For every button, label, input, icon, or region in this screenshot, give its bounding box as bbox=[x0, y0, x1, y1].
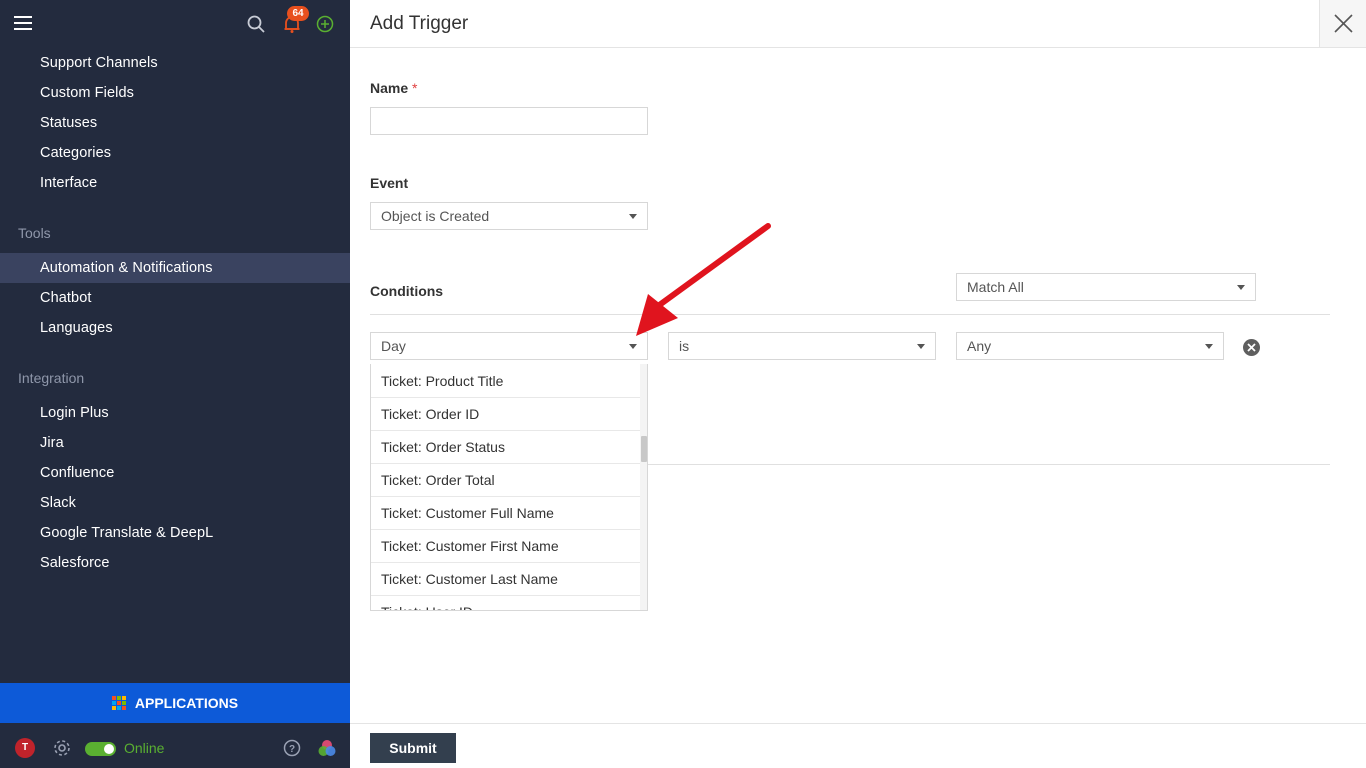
hamburger-menu-icon[interactable] bbox=[14, 16, 32, 30]
match-select-value: Match All bbox=[967, 279, 1024, 295]
sidebar-item-confluence[interactable]: Confluence bbox=[0, 458, 350, 488]
name-label: Name * bbox=[370, 80, 417, 96]
sidebar-item-login-plus[interactable]: Login Plus bbox=[0, 398, 350, 428]
name-input[interactable] bbox=[370, 107, 648, 135]
sidebar-item-salesforce[interactable]: Salesforce bbox=[0, 548, 350, 578]
page-title: Add Trigger bbox=[370, 13, 469, 34]
dropdown-option[interactable]: Ticket: Order Total bbox=[371, 464, 640, 497]
required-mark: * bbox=[412, 80, 418, 96]
condition-field-value: Day bbox=[381, 338, 406, 354]
scrollbar-thumb[interactable] bbox=[641, 436, 647, 462]
color-palette-icon[interactable] bbox=[317, 739, 337, 757]
add-circle-icon[interactable] bbox=[316, 15, 334, 33]
section-heading-integration: Integration bbox=[18, 370, 85, 386]
section-heading-tools: Tools bbox=[18, 225, 51, 241]
panel-header: Add Trigger bbox=[350, 0, 1366, 48]
panel-footer: Submit bbox=[350, 723, 1366, 768]
event-select-value: Object is Created bbox=[381, 208, 490, 224]
sidebar-item-statuses[interactable]: Statuses bbox=[0, 108, 350, 138]
applications-label: APPLICATIONS bbox=[134, 695, 239, 711]
sidebar-item-categories[interactable]: Categories bbox=[0, 138, 350, 168]
apps-grid-icon bbox=[111, 696, 126, 710]
sidebar-item-jira[interactable]: Jira bbox=[0, 428, 350, 458]
dropdown-option[interactable]: Ticket: Order ID bbox=[371, 398, 640, 431]
sidebar: 64 Support Channels Custom Fields Status… bbox=[0, 0, 350, 768]
condition-field-dropdown: Ticket: Product Title Ticket: Order ID T… bbox=[370, 364, 648, 611]
help-icon[interactable]: ? bbox=[283, 739, 301, 757]
add-trigger-panel: Add Trigger Name * Event Object is Creat… bbox=[350, 0, 1366, 768]
online-status-label: Online bbox=[124, 740, 165, 756]
dropdown-option[interactable]: Ticket: Product Title bbox=[371, 364, 640, 398]
online-toggle[interactable] bbox=[85, 742, 116, 756]
dropdown-scrollbar[interactable] bbox=[640, 364, 647, 610]
dropdown-option[interactable]: Ticket: Customer Last Name bbox=[371, 563, 640, 596]
sidebar-item-google-translate-deepl[interactable]: Google Translate & DeepL bbox=[0, 518, 350, 548]
remove-condition-icon[interactable] bbox=[1243, 339, 1260, 356]
condition-operator-value: is bbox=[679, 338, 690, 354]
chevron-down-icon bbox=[917, 344, 925, 349]
condition-operator-select[interactable]: is bbox=[668, 332, 936, 360]
conditions-divider bbox=[370, 314, 1330, 315]
dropdown-option[interactable]: Ticket: User ID bbox=[371, 596, 640, 610]
sidebar-item-support-channels[interactable]: Support Channels bbox=[0, 48, 350, 78]
sidebar-top-bar: 64 bbox=[0, 0, 350, 48]
search-icon[interactable] bbox=[246, 14, 266, 34]
sidebar-item-interface[interactable]: Interface bbox=[0, 168, 350, 198]
chevron-down-icon bbox=[1205, 344, 1213, 349]
close-icon bbox=[1334, 14, 1353, 33]
gear-icon[interactable] bbox=[52, 738, 72, 758]
sidebar-item-custom-fields[interactable]: Custom Fields bbox=[0, 78, 350, 108]
submit-button[interactable]: Submit bbox=[370, 733, 456, 763]
condition-value-select[interactable]: Any bbox=[956, 332, 1224, 360]
conditions-label: Conditions bbox=[370, 283, 444, 299]
close-button[interactable] bbox=[1319, 0, 1366, 47]
notification-badge: 64 bbox=[287, 6, 309, 21]
chevron-down-icon bbox=[629, 214, 637, 219]
chevron-down-icon bbox=[629, 344, 637, 349]
condition-value-value: Any bbox=[967, 338, 992, 354]
sidebar-item-slack[interactable]: Slack bbox=[0, 488, 350, 518]
chevron-down-icon bbox=[1237, 285, 1245, 290]
condition-field-select[interactable]: Day bbox=[370, 332, 648, 360]
sidebar-item-languages[interactable]: Languages bbox=[0, 313, 350, 343]
event-select[interactable]: Object is Created bbox=[370, 202, 648, 230]
sidebar-item-automation-notifications[interactable]: Automation & Notifications bbox=[0, 253, 350, 283]
applications-button[interactable]: APPLICATIONS bbox=[0, 683, 350, 723]
event-label: Event bbox=[370, 175, 409, 191]
dropdown-option[interactable]: Ticket: Customer First Name bbox=[371, 530, 640, 563]
avatar[interactable]: T bbox=[15, 738, 35, 758]
sidebar-item-chatbot[interactable]: Chatbot bbox=[0, 283, 350, 313]
svg-text:?: ? bbox=[289, 744, 295, 755]
name-label-text: Name bbox=[370, 80, 409, 96]
dropdown-option[interactable]: Ticket: Order Status bbox=[371, 431, 640, 464]
dropdown-list: Ticket: Product Title Ticket: Order ID T… bbox=[371, 364, 640, 610]
dropdown-option[interactable]: Ticket: Customer Full Name bbox=[371, 497, 640, 530]
match-select[interactable]: Match All bbox=[956, 273, 1256, 301]
